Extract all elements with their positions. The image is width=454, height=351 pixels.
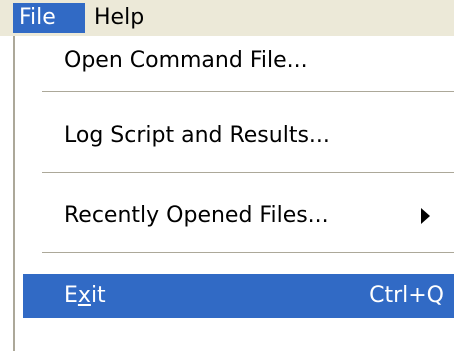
menu-bar: File Help xyxy=(0,0,454,36)
exit-label-mnemonic: x xyxy=(77,283,91,308)
file-dropdown-menu: Open Command File... Log Script and Resu… xyxy=(13,36,454,351)
menu-file[interactable]: File xyxy=(13,3,85,33)
menu-item-label: Exit xyxy=(64,274,106,318)
menu-file-label: File xyxy=(19,5,56,30)
menu-item-shortcut: Ctrl+Q xyxy=(369,283,444,308)
screen: File Help Open Command File... Log Scrip… xyxy=(0,0,454,351)
menu-item-exit[interactable]: Exit Ctrl+Q xyxy=(23,274,454,318)
menu-help[interactable]: Help xyxy=(88,3,158,33)
menu-item-recently-opened-files[interactable]: Recently Opened Files... xyxy=(23,194,454,238)
submenu-arrow-icon xyxy=(421,208,430,224)
menu-item-open-command-file[interactable]: Open Command File... xyxy=(23,39,454,83)
menu-item-log-script[interactable]: Log Script and Results... xyxy=(23,114,454,158)
menu-item-label: Log Script and Results... xyxy=(64,123,330,148)
menu-item-label: Open Command File... xyxy=(64,48,308,73)
exit-label-prefix: E xyxy=(64,283,78,308)
menu-separator xyxy=(42,252,454,254)
menu-help-label: Help xyxy=(94,5,145,30)
menu-separator xyxy=(42,172,454,174)
menu-separator xyxy=(42,91,454,93)
exit-label-suffix: it xyxy=(90,283,106,308)
menu-item-label: Recently Opened Files... xyxy=(64,203,329,228)
window-edge xyxy=(0,36,13,351)
